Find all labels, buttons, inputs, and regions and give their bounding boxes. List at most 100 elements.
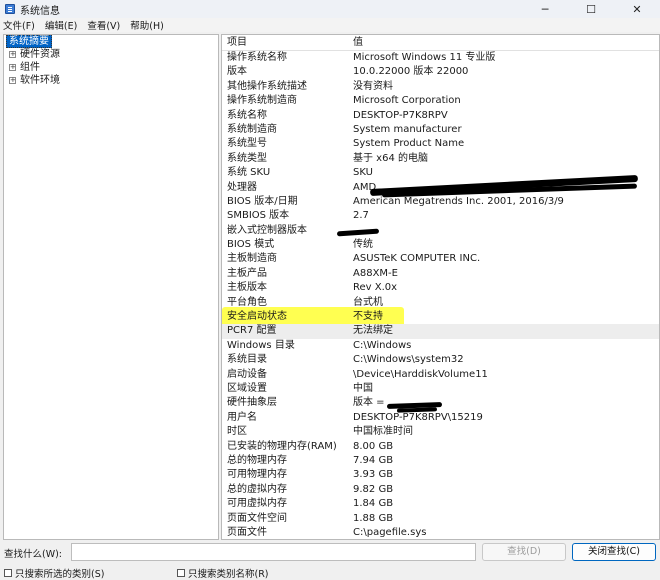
table-row[interactable]: 启动设备 \Device\HarddiskVolume11 bbox=[222, 368, 659, 382]
details-list[interactable]: 项目 值 操作系统名称 Microsoft Windows 11 专业版版本 10.… bbox=[221, 34, 660, 540]
row-item: 处理器 bbox=[227, 181, 257, 193]
tree-item-hardware-resources[interactable]: + 硬件资源 bbox=[4, 48, 218, 61]
row-value: DESKTOP-P7K8RPV bbox=[353, 109, 448, 121]
row-value: System manufacturer bbox=[353, 123, 462, 135]
maximize-button[interactable]: ☐ bbox=[568, 0, 614, 18]
menu-help[interactable]: 帮助(H) bbox=[130, 18, 164, 32]
table-row[interactable]: 可用物理内存 3.93 GB bbox=[222, 468, 659, 482]
close-find-button[interactable]: 关闭查找(C) bbox=[572, 543, 656, 561]
table-row[interactable]: 主板版本 Rev X.0x bbox=[222, 281, 659, 295]
table-row[interactable]: 安全启动状态 不支持 bbox=[222, 310, 659, 324]
search-selected-category-option[interactable]: 只搜索所选的类别(S) bbox=[4, 566, 104, 580]
row-value: Microsoft Windows 11 专业版 bbox=[353, 52, 496, 63]
menu-bar: 文件(F) 编辑(E) 查看(V) 帮助(H) bbox=[0, 18, 660, 32]
tree-item-label: 软件环境 bbox=[20, 75, 60, 86]
tree-item-software-environment[interactable]: + 软件环境 bbox=[4, 74, 218, 87]
row-item: 系统名称 bbox=[227, 109, 267, 121]
row-item: 操作系统制造商 bbox=[227, 95, 297, 107]
menu-view[interactable]: 查看(V) bbox=[87, 18, 120, 32]
find-button[interactable]: 查找(D) bbox=[482, 543, 566, 561]
table-row[interactable]: 页面文件 C:\pagefile.sys bbox=[222, 526, 659, 539]
tree-item-label: 系统摘要 bbox=[6, 35, 52, 48]
table-row[interactable]: 主板产品 A88XM-E bbox=[222, 267, 659, 281]
row-value: 台式机 bbox=[353, 296, 383, 308]
table-row[interactable]: 系统制造商 System manufacturer bbox=[222, 123, 659, 137]
checkbox-label: 只搜索类别名称(R) bbox=[188, 569, 269, 580]
table-row[interactable]: 用户名 DESKTOP-P7K8RPV\15219 bbox=[222, 411, 659, 425]
row-item: 主板制造商 bbox=[227, 253, 277, 265]
table-row[interactable]: 总的物理内存 7.94 GB bbox=[222, 454, 659, 468]
checkbox[interactable] bbox=[177, 569, 185, 577]
table-row[interactable]: 主板制造商 ASUSTeK COMPUTER INC. bbox=[222, 252, 659, 266]
row-item: 页面文件空间 bbox=[227, 512, 287, 524]
row-item: 其他操作系统描述 bbox=[227, 80, 307, 92]
table-row[interactable]: 操作系统制造商 Microsoft Corporation bbox=[222, 94, 659, 108]
row-value: C:\pagefile.sys bbox=[353, 526, 427, 538]
row-item: 硬件抽象层 bbox=[227, 397, 277, 409]
table-row[interactable]: 页面文件空间 1.88 GB bbox=[222, 512, 659, 526]
row-item: PCR7 配置 bbox=[227, 325, 277, 337]
table-row[interactable]: 时区 中国标准时间 bbox=[222, 425, 659, 439]
row-value: 3.93 GB bbox=[353, 469, 394, 481]
row-value: C:\Windows\system32 bbox=[353, 354, 464, 366]
category-tree[interactable]: 系统摘要 + 硬件资源 + 组件 + 软件环境 bbox=[3, 34, 219, 540]
row-item: 页面文件 bbox=[227, 526, 267, 538]
table-row[interactable]: 系统目录 C:\Windows\system32 bbox=[222, 353, 659, 367]
expand-icon[interactable]: + bbox=[9, 51, 16, 58]
table-row[interactable]: 其他操作系统描述 没有资料 bbox=[222, 80, 659, 94]
table-row[interactable]: 总的虚拟内存 9.82 GB bbox=[222, 483, 659, 497]
window-title: 系统信息 bbox=[20, 5, 60, 17]
column-header-item[interactable]: 项目 bbox=[227, 35, 247, 50]
table-row[interactable]: 系统名称 DESKTOP-P7K8RPV bbox=[222, 109, 659, 123]
minimize-button[interactable]: ─ bbox=[522, 0, 568, 18]
row-item: 操作系统名称 bbox=[227, 52, 287, 63]
row-value: C:\Windows bbox=[353, 339, 412, 351]
table-row[interactable]: Windows 目录 C:\Windows bbox=[222, 339, 659, 353]
tree-item-label: 硬件资源 bbox=[20, 49, 60, 60]
column-header-value[interactable]: 值 bbox=[353, 35, 363, 50]
table-row[interactable]: 可用虚拟内存 1.84 GB bbox=[222, 497, 659, 511]
menu-file[interactable]: 文件(F) bbox=[3, 18, 35, 32]
table-row[interactable]: 操作系统名称 Microsoft Windows 11 专业版 bbox=[222, 51, 659, 65]
table-row[interactable]: BIOS 模式 传统 bbox=[222, 238, 659, 252]
table-row[interactable]: 区域设置 中国 bbox=[222, 382, 659, 396]
table-row[interactable]: SMBIOS 版本 2.7 bbox=[222, 209, 659, 223]
menu-edit[interactable]: 编辑(E) bbox=[45, 18, 77, 32]
row-item: 安全启动状态 bbox=[227, 311, 287, 323]
title-bar: 系统信息 ─ ☐ ✕ bbox=[0, 0, 660, 18]
row-value: 2.7 bbox=[353, 210, 369, 222]
expand-icon[interactable]: + bbox=[9, 77, 16, 84]
row-item: 区域设置 bbox=[227, 382, 267, 394]
row-item: 用户名 bbox=[227, 411, 257, 423]
row-value: Rev X.0x bbox=[353, 282, 398, 294]
table-row[interactable]: 系统型号 System Product Name bbox=[222, 137, 659, 151]
table-row[interactable]: 版本 10.0.22000 版本 22000 bbox=[222, 65, 659, 79]
table-row[interactable]: 平台角色 台式机 bbox=[222, 296, 659, 310]
row-value: System Product Name bbox=[353, 138, 465, 150]
table-row[interactable]: 已安装的物理内存(RAM) 8.00 GB bbox=[222, 440, 659, 454]
find-label: 查找什么(W): bbox=[4, 549, 63, 560]
tree-item-system-summary[interactable]: 系统摘要 bbox=[4, 35, 218, 48]
row-item: 系统 SKU bbox=[227, 167, 271, 179]
row-item: 已安装的物理内存(RAM) bbox=[227, 440, 337, 452]
table-row[interactable]: 系统类型 基于 x64 的电脑 bbox=[222, 152, 659, 166]
table-row[interactable]: PCR7 配置 无法绑定 bbox=[222, 324, 659, 339]
checkbox[interactable] bbox=[4, 569, 12, 577]
row-value: \Device\HarddiskVolume11 bbox=[353, 368, 488, 380]
close-button[interactable]: ✕ bbox=[614, 0, 660, 18]
row-item: BIOS 模式 bbox=[227, 239, 275, 251]
row-item: 嵌入式控制器版本 bbox=[227, 224, 307, 236]
table-row[interactable]: BIOS 版本/日期 American Megatrends Inc. 2001,… bbox=[222, 195, 659, 209]
window-controls: ─ ☐ ✕ bbox=[522, 0, 660, 18]
tree-item-components[interactable]: + 组件 bbox=[4, 61, 218, 74]
search-category-names-option[interactable]: 只搜索类别名称(R) bbox=[177, 566, 269, 580]
list-header: 项目 值 bbox=[222, 35, 659, 51]
row-item: SMBIOS 版本 bbox=[227, 210, 290, 222]
row-item: 系统目录 bbox=[227, 354, 267, 366]
find-input[interactable] bbox=[71, 543, 476, 561]
expand-icon[interactable]: + bbox=[9, 64, 16, 71]
row-value: A88XM-E bbox=[353, 267, 398, 279]
table-row[interactable]: 嵌入式控制器版本 bbox=[222, 224, 659, 238]
row-value: 中国标准时间 bbox=[353, 426, 413, 438]
row-value: 没有资料 bbox=[353, 80, 393, 92]
